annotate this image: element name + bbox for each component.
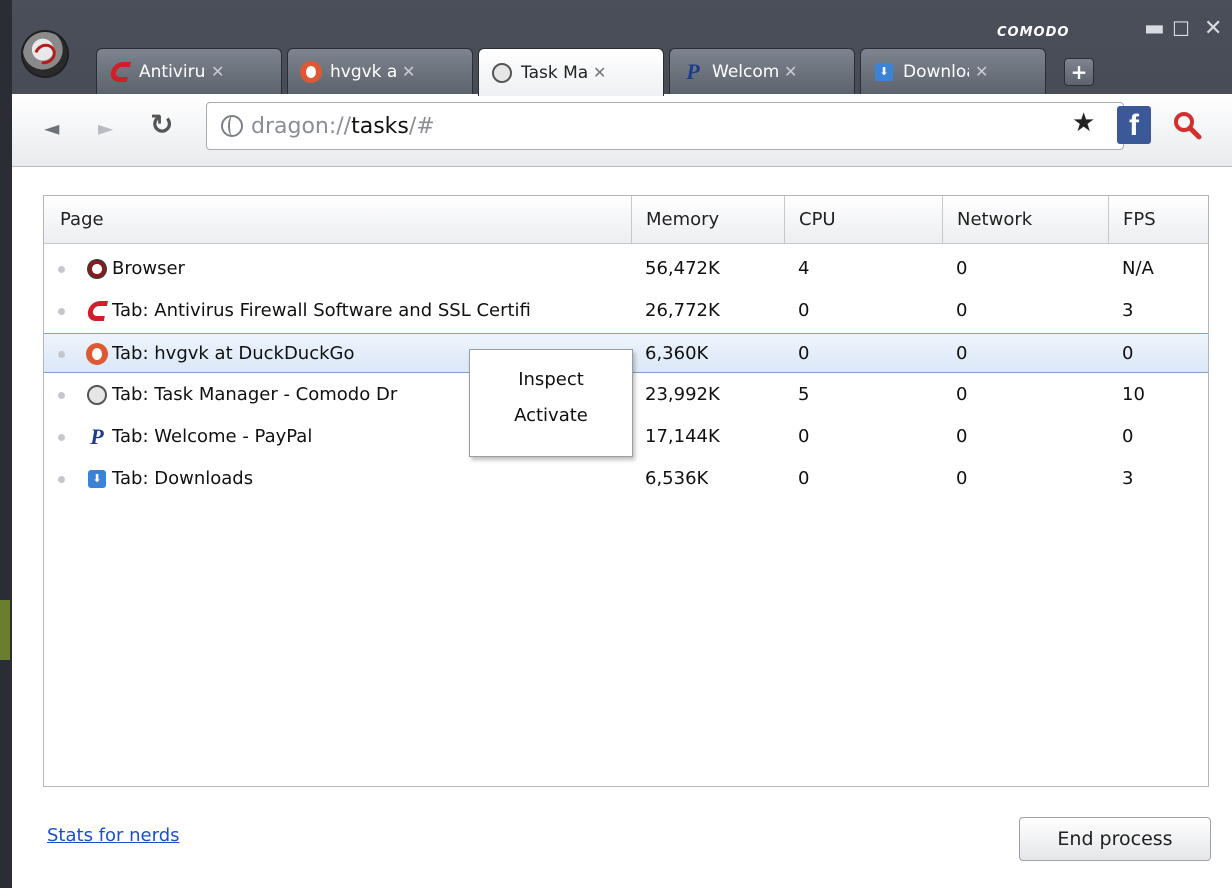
tab-label: hvgvk at DuckDuckGo xyxy=(330,61,396,82)
comodo-dragon-logo-icon[interactable] xyxy=(23,32,67,76)
close-tab-icon[interactable]: ✕ xyxy=(402,62,415,81)
cell-fps: 0 xyxy=(1122,343,1134,364)
comodo-icon xyxy=(108,61,132,83)
row-bullet xyxy=(58,351,65,358)
task-manager-page: Page Memory CPU Network FPS Browser 56,4… xyxy=(12,167,1232,888)
brand-label: COMODO xyxy=(997,25,1070,40)
row-bullet xyxy=(58,266,65,273)
context-menu: Inspect Activate xyxy=(469,349,633,457)
search-icon[interactable] xyxy=(1172,110,1202,147)
cell-page: Browser xyxy=(112,258,185,279)
end-process-button[interactable]: End process xyxy=(1019,817,1211,861)
column-header-network[interactable]: Network xyxy=(942,196,1108,243)
row-bullet xyxy=(58,392,65,399)
globe-icon xyxy=(221,115,243,137)
cell-cpu: 5 xyxy=(798,384,810,405)
column-header-cpu[interactable]: CPU xyxy=(784,196,942,243)
background-strip xyxy=(0,600,10,660)
cell-fps: 0 xyxy=(1122,426,1134,447)
cell-fps: 10 xyxy=(1122,384,1145,405)
cell-memory: 56,472K xyxy=(645,258,720,279)
toolbar: ◄ ► ↻ dragon://tasks/# ★ xyxy=(12,94,1232,167)
cell-page: Tab: Antivirus Firewall Software and SSL… xyxy=(112,300,531,321)
cell-fps: 3 xyxy=(1122,468,1134,489)
table-row[interactable]: ⬇ Tab: Downloads 6,536K 0 0 3 xyxy=(44,459,1208,499)
table-row[interactable]: Browser 56,472K 4 0 N/A xyxy=(44,249,1208,289)
bookmark-star-icon[interactable]: ★ xyxy=(1072,108,1095,138)
column-header-page[interactable]: Page xyxy=(44,196,631,243)
table-header: Page Memory CPU Network FPS xyxy=(44,196,1208,244)
column-header-memory[interactable]: Memory xyxy=(631,196,784,243)
row-bullet xyxy=(58,308,65,315)
tab-duckduckgo[interactable]: hvgvk at DuckDuckGo ✕ xyxy=(287,48,473,94)
tab-label: Antivirus Firewall Software and SSL Cert… xyxy=(139,61,205,82)
url-scheme: dragon:// xyxy=(251,113,352,139)
cell-memory: 6,536K xyxy=(645,468,709,489)
cell-page: Tab: Downloads xyxy=(112,468,254,489)
paypal-icon: P xyxy=(90,424,104,449)
reload-button[interactable]: ↻ xyxy=(150,108,173,141)
menu-item-activate[interactable]: Activate xyxy=(470,398,632,434)
table-row[interactable]: Tab: Antivirus Firewall Software and SSL… xyxy=(44,291,1208,331)
globe-icon xyxy=(491,62,513,84)
facebook-icon[interactable]: f xyxy=(1117,106,1151,144)
close-tab-icon[interactable]: ✕ xyxy=(593,63,606,82)
back-button[interactable]: ◄ xyxy=(44,116,59,140)
tab-paypal[interactable]: P Welcome - PayPal ✕ xyxy=(669,48,855,94)
close-window-icon[interactable]: ✕ xyxy=(1204,18,1222,40)
cell-network: 0 xyxy=(956,343,968,364)
comodo-icon xyxy=(85,300,109,322)
cell-network: 0 xyxy=(956,258,968,279)
tab-task-manager[interactable]: Task Manager - Comodo Dragon ✕ xyxy=(478,48,664,96)
cell-memory: 6,360K xyxy=(645,343,709,364)
cell-memory: 17,144K xyxy=(645,426,720,447)
paypal-icon: P xyxy=(686,58,700,84)
downloads-icon: ⬇ xyxy=(86,468,108,490)
dragon-icon xyxy=(86,258,108,280)
tab-label: Welcome - PayPal xyxy=(712,61,778,82)
url-host: tasks xyxy=(351,113,409,139)
cell-cpu: 4 xyxy=(798,258,810,279)
cell-cpu: 0 xyxy=(798,343,810,364)
stats-for-nerds-link[interactable]: Stats for nerds xyxy=(47,825,180,846)
close-tab-icon[interactable]: ✕ xyxy=(211,62,224,81)
row-bullet xyxy=(58,434,65,441)
cell-cpu: 0 xyxy=(798,300,810,321)
url-path: /# xyxy=(408,113,435,139)
cell-cpu: 0 xyxy=(798,426,810,447)
minimize-icon[interactable]: ▬ xyxy=(1144,18,1165,40)
cell-fps: N/A xyxy=(1122,258,1154,279)
process-table: Page Memory CPU Network FPS Browser 56,4… xyxy=(43,195,1209,787)
cell-fps: 3 xyxy=(1122,300,1134,321)
new-tab-button[interactable]: + xyxy=(1064,58,1094,86)
tab-label: Downloads xyxy=(903,61,969,82)
cell-network: 0 xyxy=(956,426,968,447)
menu-item-inspect[interactable]: Inspect xyxy=(470,362,632,398)
downloads-icon: ⬇ xyxy=(873,61,895,83)
globe-icon xyxy=(86,384,108,406)
maximize-icon[interactable]: ☐ xyxy=(1172,18,1190,40)
cell-memory: 26,772K xyxy=(645,300,720,321)
window-left-edge xyxy=(0,0,12,888)
tab-downloads[interactable]: ⬇ Downloads ✕ xyxy=(860,48,1046,94)
row-bullet xyxy=(58,476,65,483)
cell-network: 0 xyxy=(956,300,968,321)
forward-button[interactable]: ► xyxy=(98,116,113,140)
tab-antivirus[interactable]: Antivirus Firewall Software and SSL Cert… xyxy=(96,48,282,94)
duckduckgo-icon xyxy=(86,343,108,365)
cell-network: 0 xyxy=(956,384,968,405)
close-tab-icon[interactable]: ✕ xyxy=(784,62,797,81)
close-tab-icon[interactable]: ✕ xyxy=(975,62,988,81)
cell-network: 0 xyxy=(956,468,968,489)
cell-cpu: 0 xyxy=(798,468,810,489)
column-header-fps[interactable]: FPS xyxy=(1108,196,1208,243)
tab-label: Task Manager - Comodo Dragon xyxy=(521,62,587,83)
address-bar[interactable]: dragon://tasks/# xyxy=(206,102,1124,150)
duckduckgo-icon xyxy=(300,60,322,83)
cell-memory: 23,992K xyxy=(645,384,720,405)
